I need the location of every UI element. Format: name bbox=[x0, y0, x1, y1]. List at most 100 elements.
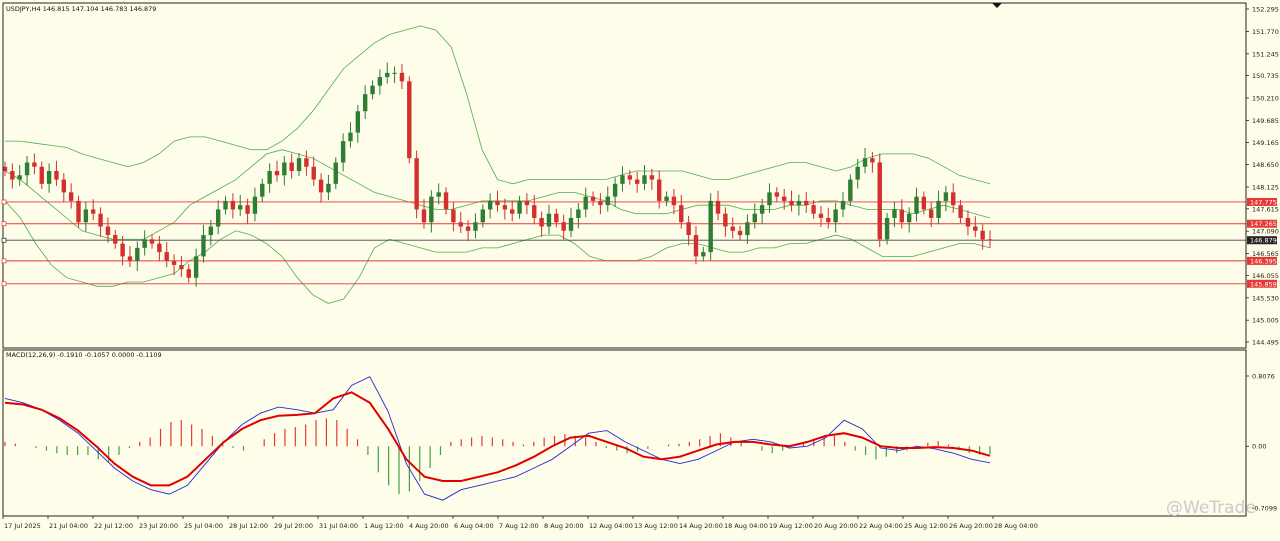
time-tick-label: 29 Jul 20:00 bbox=[274, 522, 313, 530]
level-handle[interactable] bbox=[1, 221, 7, 227]
candle-body bbox=[451, 209, 456, 223]
candle-body bbox=[958, 205, 963, 218]
level-handle[interactable] bbox=[1, 258, 7, 264]
candle-body bbox=[634, 179, 640, 184]
candle-body bbox=[443, 192, 449, 210]
time-tick-label: 6 Aug 04:00 bbox=[454, 522, 494, 530]
candle-body bbox=[524, 200, 530, 206]
time-tick-label: 13 Aug 12:00 bbox=[634, 522, 678, 530]
candle-body bbox=[120, 243, 125, 257]
candle-body bbox=[936, 200, 941, 218]
candle[interactable] bbox=[708, 193, 713, 262]
macd-info: MACD(12,26,9) -0.1910 -0.1057 0.0000 -0.… bbox=[6, 351, 162, 359]
candle-body bbox=[649, 175, 655, 180]
candle-body bbox=[686, 222, 691, 236]
candle-body bbox=[664, 196, 669, 201]
candle-body bbox=[804, 200, 809, 206]
candle-body bbox=[149, 239, 155, 244]
candle-body bbox=[348, 132, 353, 142]
candle-body bbox=[554, 213, 559, 223]
candle-body bbox=[818, 213, 824, 218]
candle-body bbox=[32, 162, 37, 167]
candle[interactable] bbox=[877, 153, 882, 248]
candle-body bbox=[730, 226, 735, 231]
candle-body bbox=[61, 179, 67, 193]
price-tick-label: 146.055 bbox=[1252, 272, 1279, 280]
candle-body bbox=[605, 196, 610, 206]
candle-body bbox=[840, 200, 846, 210]
level-handle[interactable] bbox=[1, 237, 7, 243]
price-tag-label: 147.265 bbox=[1250, 220, 1277, 228]
candle-body bbox=[576, 209, 581, 218]
time-tick-label: 20 Aug 20:00 bbox=[814, 522, 858, 530]
candle-body bbox=[811, 205, 816, 214]
chart-canvas[interactable]: 152.295 151.770 151.245 150.735 150.210 149.6… bbox=[0, 0, 1280, 537]
price-tick-label: 150.210 bbox=[1252, 95, 1279, 103]
candle-body bbox=[24, 162, 30, 176]
time-tick-label: 21 Jul 04:00 bbox=[49, 522, 88, 530]
candle-body bbox=[723, 213, 728, 227]
candle-body bbox=[223, 200, 228, 210]
candle-body bbox=[642, 175, 647, 184]
candle-body bbox=[465, 226, 471, 231]
candle-body bbox=[921, 196, 927, 210]
price-tag-label: 146.879 bbox=[1250, 237, 1277, 245]
candle-body bbox=[429, 196, 434, 223]
candle-body bbox=[355, 111, 361, 133]
time-tick-label: 12 Aug 04:00 bbox=[589, 522, 633, 530]
price-tag-label: 145.859 bbox=[1250, 280, 1277, 288]
candle[interactable] bbox=[414, 150, 419, 219]
price-tick-label: 144.495 bbox=[1252, 339, 1279, 347]
candle-body bbox=[943, 192, 949, 201]
candle-body bbox=[759, 205, 765, 214]
candle-body bbox=[745, 222, 750, 236]
candle-body bbox=[91, 209, 96, 214]
time-tick-label: 18 Aug 04:00 bbox=[724, 522, 768, 530]
candle-body bbox=[208, 226, 214, 236]
time-tick-label: 25 Jul 04:00 bbox=[184, 522, 223, 530]
candle-body bbox=[928, 209, 934, 218]
candle-body bbox=[679, 205, 684, 223]
candle-body bbox=[671, 196, 677, 206]
candle-body bbox=[848, 179, 853, 201]
candle-body bbox=[657, 179, 662, 201]
candle-body bbox=[833, 209, 838, 223]
candle-body bbox=[980, 230, 985, 240]
price-tick-label: 152.295 bbox=[1252, 6, 1279, 14]
level-handle[interactable] bbox=[1, 281, 7, 287]
candle-body bbox=[487, 200, 493, 210]
candle-body bbox=[399, 72, 405, 82]
candle-body bbox=[899, 209, 904, 223]
level-handle[interactable] bbox=[1, 199, 7, 205]
time-tick-label: 7 Aug 12:00 bbox=[499, 522, 539, 530]
watermark: @WeTrade bbox=[1166, 498, 1256, 518]
time-tick-label: 1 Aug 12:00 bbox=[364, 522, 404, 530]
price-tick-label: 151.245 bbox=[1252, 50, 1279, 58]
time-tick-label: 31 Jul 04:00 bbox=[319, 522, 358, 530]
candle-body bbox=[436, 192, 441, 197]
time-tick-label: 14 Aug 20:00 bbox=[679, 522, 723, 530]
candle-body bbox=[289, 162, 294, 172]
candle-body bbox=[987, 239, 993, 241]
candle-body bbox=[517, 200, 522, 214]
macd-tick-label: 0.8076 bbox=[1252, 373, 1275, 381]
time-tick-label: 25 Aug 12:00 bbox=[904, 522, 948, 530]
candle-body bbox=[68, 192, 74, 201]
price-tick-label: 145.005 bbox=[1252, 317, 1279, 325]
time-tick-label: 28 Aug 04:00 bbox=[994, 522, 1038, 530]
trading-chart[interactable]: 152.295 151.770 151.245 150.735 150.210 149.6… bbox=[0, 0, 1280, 537]
candle-body bbox=[274, 171, 280, 176]
price-tag-label: 146.395 bbox=[1250, 257, 1277, 265]
candle[interactable] bbox=[407, 76, 412, 164]
candle-body bbox=[113, 235, 118, 244]
candle-body bbox=[612, 183, 618, 197]
candle-body bbox=[877, 162, 882, 240]
price-tick-label: 151.770 bbox=[1252, 28, 1279, 36]
time-tick-label: 19 Aug 12:00 bbox=[769, 522, 813, 530]
candle-body bbox=[598, 200, 603, 206]
candle-body bbox=[98, 213, 103, 227]
price-tick-label: 149.685 bbox=[1252, 117, 1279, 125]
candle-body bbox=[157, 243, 162, 253]
candle-body bbox=[473, 222, 478, 231]
candle-body bbox=[495, 200, 500, 206]
